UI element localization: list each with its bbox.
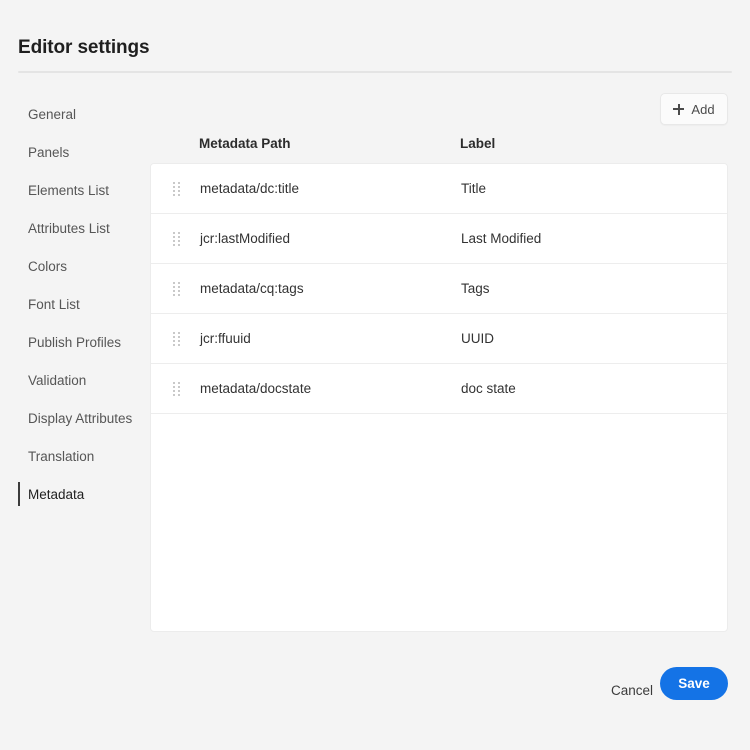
cell-metadata-path: jcr:ffuuid — [200, 331, 251, 346]
cell-label: UUID — [461, 331, 494, 346]
sidebar-item-label: Elements List — [28, 183, 109, 198]
table-row[interactable]: metadata/docstate doc state — [151, 364, 727, 414]
table-row[interactable]: jcr:ffuuid UUID — [151, 314, 727, 364]
cell-metadata-path: metadata/dc:title — [200, 181, 299, 196]
sidebar-item-label: Panels — [28, 145, 69, 160]
drag-handle-icon[interactable] — [173, 232, 180, 247]
column-header-label: Label — [460, 136, 495, 151]
header-divider — [18, 71, 732, 73]
sidebar-item-font-list[interactable]: Font List — [0, 285, 150, 323]
sidebar-item-attributes-list[interactable]: Attributes List — [0, 209, 150, 247]
add-button[interactable]: Add — [660, 93, 728, 125]
sidebar-item-general[interactable]: General — [0, 95, 150, 133]
table-row[interactable]: metadata/cq:tags Tags — [151, 264, 727, 314]
cell-label: Last Modified — [461, 231, 541, 246]
column-header-metadata-path: Metadata Path — [199, 136, 291, 151]
sidebar-item-colors[interactable]: Colors — [0, 247, 150, 285]
sidebar-item-validation[interactable]: Validation — [0, 361, 150, 399]
sidebar-item-display-attributes[interactable]: Display Attributes — [0, 399, 150, 437]
sidebar-item-label: Font List — [28, 297, 80, 312]
metadata-table-header: Metadata Path Label — [150, 136, 728, 162]
save-button[interactable]: Save — [660, 667, 728, 700]
table-row[interactable]: jcr:lastModified Last Modified — [151, 214, 727, 264]
settings-sidebar: General Panels Elements List Attributes Lis… — [0, 95, 150, 513]
drag-handle-icon[interactable] — [173, 182, 180, 197]
drag-handle-icon[interactable] — [173, 282, 180, 297]
add-button-label: Add — [691, 102, 714, 117]
sidebar-item-label: Translation — [28, 449, 94, 464]
sidebar-item-label: Display Attributes — [28, 411, 132, 426]
metadata-table-body: metadata/dc:title Title jcr:lastModified La… — [151, 164, 727, 414]
dialog-header: Editor settings — [0, 0, 750, 75]
cancel-button[interactable]: Cancel — [607, 677, 657, 704]
drag-handle-icon[interactable] — [173, 382, 180, 397]
cell-metadata-path: jcr:lastModified — [200, 231, 290, 246]
cell-label: doc state — [461, 381, 516, 396]
cell-label: Tags — [461, 281, 490, 296]
sidebar-item-label: Metadata — [28, 487, 84, 502]
sidebar-item-label: Publish Profiles — [28, 335, 121, 350]
sidebar-item-elements-list[interactable]: Elements List — [0, 171, 150, 209]
editor-settings-dialog: Editor settings General Panels Elements Li… — [0, 0, 750, 750]
sidebar-item-label: Validation — [28, 373, 86, 388]
sidebar-selection-indicator — [18, 482, 20, 506]
page-title: Editor settings — [18, 37, 150, 59]
cell-metadata-path: metadata/docstate — [200, 381, 311, 396]
metadata-table-panel: metadata/dc:title Title jcr:lastModified La… — [150, 163, 728, 632]
cell-metadata-path: metadata/cq:tags — [200, 281, 304, 296]
sidebar-item-label: Attributes List — [28, 221, 110, 236]
sidebar-item-label: General — [28, 107, 76, 122]
sidebar-item-label: Colors — [28, 259, 67, 274]
table-row[interactable]: metadata/dc:title Title — [151, 164, 727, 214]
sidebar-item-translation[interactable]: Translation — [0, 437, 150, 475]
drag-handle-icon[interactable] — [173, 332, 180, 347]
sidebar-item-metadata[interactable]: Metadata — [0, 475, 150, 513]
plus-icon — [673, 104, 684, 115]
cell-label: Title — [461, 181, 486, 196]
dialog-footer: Cancel Save — [0, 632, 750, 750]
sidebar-item-publish-profiles[interactable]: Publish Profiles — [0, 323, 150, 361]
sidebar-item-panels[interactable]: Panels — [0, 133, 150, 171]
